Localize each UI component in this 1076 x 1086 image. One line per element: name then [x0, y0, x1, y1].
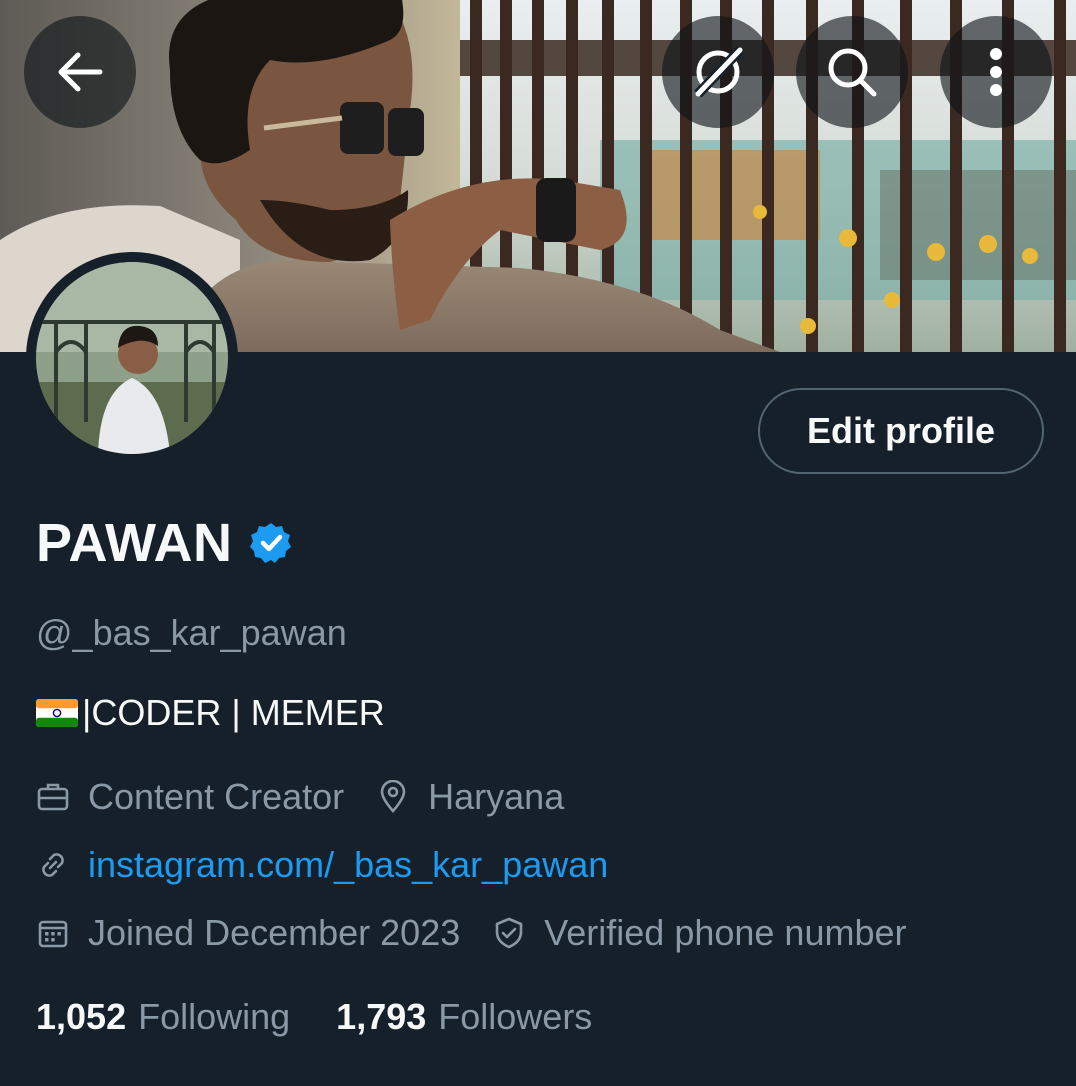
display-name: PAWAN [36, 513, 233, 573]
grok-button[interactable] [662, 16, 774, 128]
bio-text: |CODER | MEMER [82, 692, 385, 733]
followers-stat[interactable]: 1,793 Followers [336, 996, 592, 1038]
search-button[interactable] [796, 16, 908, 128]
arrow-left-icon [58, 52, 103, 92]
profile-meta-row-2: instagram.com/_bas_kar_pawan [36, 844, 640, 886]
profile-meta-row-1: Content Creator Haryana [36, 776, 596, 818]
website: instagram.com/_bas_kar_pawan [36, 844, 608, 886]
more-vertical-icon [990, 48, 1002, 96]
profile-meta-row-3: Joined December 2023 Verified phone numb… [36, 912, 938, 954]
website-link[interactable]: instagram.com/_bas_kar_pawan [88, 844, 608, 886]
bio: |CODER | MEMER [36, 692, 385, 734]
avatar-photo [36, 262, 228, 454]
back-button[interactable] [24, 16, 136, 128]
avatar[interactable] [26, 252, 238, 464]
briefcase-icon [37, 783, 69, 811]
username-handle: @_bas_kar_pawan [36, 612, 347, 653]
verified-phone-text: Verified phone number [544, 912, 907, 953]
following-count: 1,052 [36, 996, 127, 1037]
search-icon [828, 48, 877, 97]
grok-icon [694, 46, 744, 98]
location-pin-icon [380, 780, 406, 813]
followers-count: 1,793 [336, 996, 427, 1037]
location: Haryana [376, 776, 564, 818]
verified-phone[interactable]: Verified phone number [492, 912, 906, 954]
edit-profile-button[interactable]: Edit profile [758, 388, 1044, 474]
profession-text: Content Creator [88, 776, 345, 817]
location-text: Haryana [428, 776, 565, 817]
joined-text: Joined December 2023 [88, 912, 461, 953]
display-name-row: PAWAN [36, 508, 293, 578]
following-label: Following [138, 996, 291, 1037]
following-stat[interactable]: 1,052 Following [36, 996, 290, 1038]
shield-icon [495, 917, 523, 949]
joined-date: Joined December 2023 [36, 912, 460, 954]
calendar-icon [38, 920, 68, 948]
more-button[interactable] [940, 16, 1052, 128]
verified-badge-icon[interactable] [249, 521, 293, 565]
followers-label: Followers [438, 996, 593, 1037]
link-icon [42, 853, 64, 877]
profession: Content Creator [36, 776, 344, 818]
follow-stats: 1,052 Following 1,793 Followers [36, 996, 638, 1038]
india-flag-icon [36, 699, 78, 727]
